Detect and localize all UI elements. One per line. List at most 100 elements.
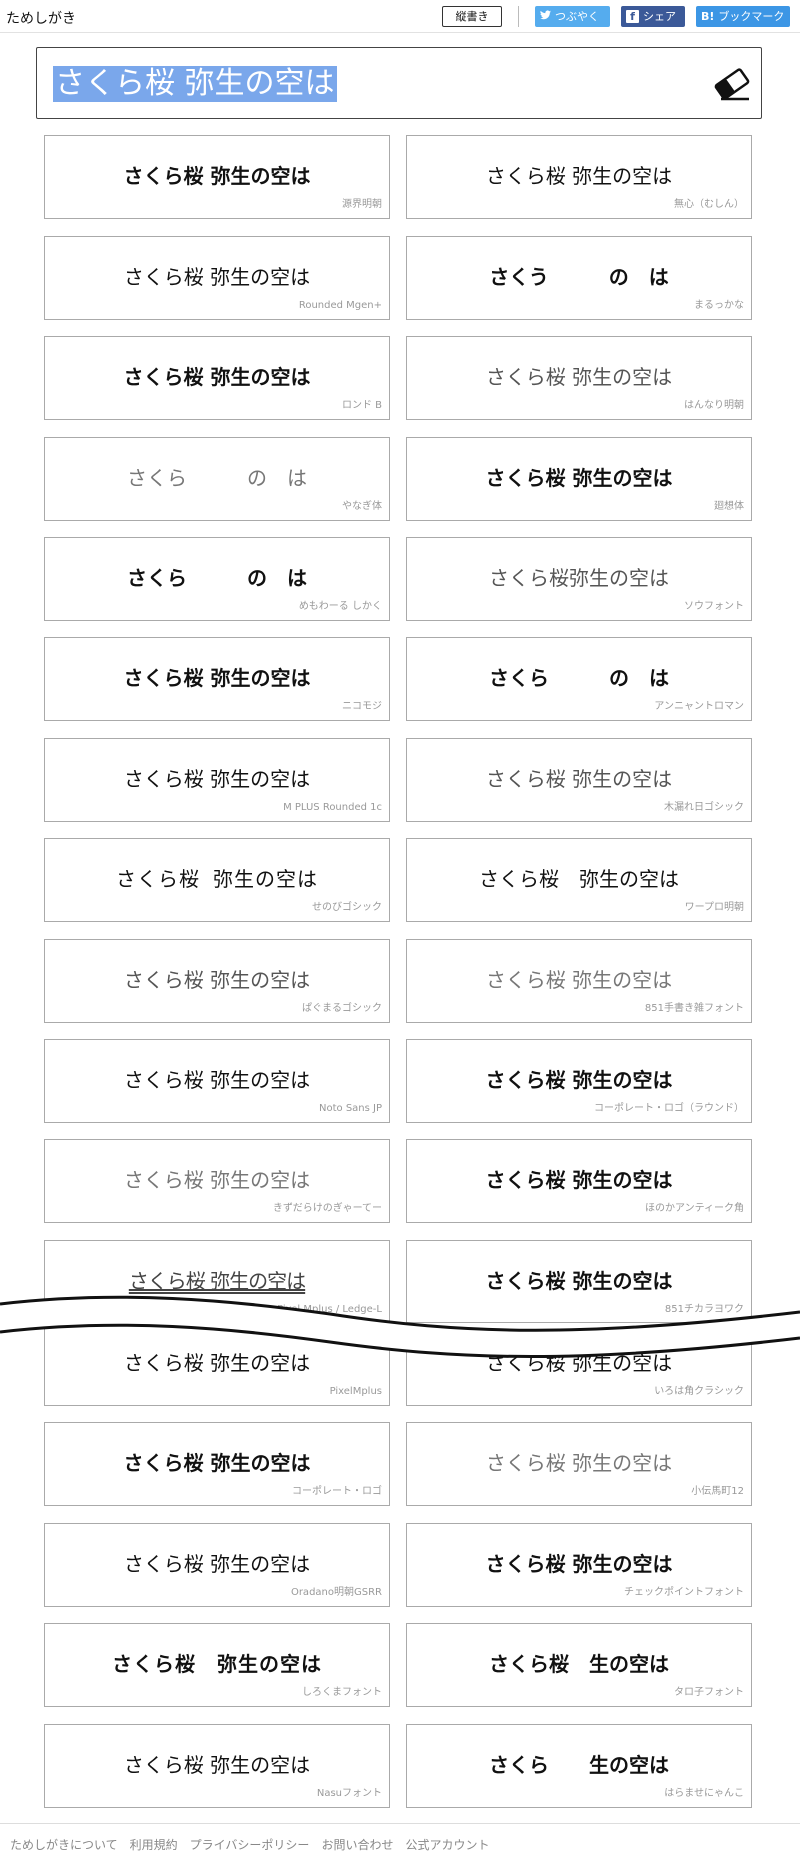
font-name-label: きずだらけのぎゃーてー (272, 1203, 382, 1214)
font-sample-text: さくら桜 弥生の空は (485, 1451, 673, 1475)
hatena-bookmark-button[interactable]: B! ブックマーク (696, 6, 790, 27)
footer-link[interactable]: 利用規約 (130, 1836, 178, 1853)
font-name-label: タロ子フォント (674, 1687, 744, 1698)
font-sample-text: さくら桜 弥生の空は (123, 1552, 311, 1576)
font-name-label: 源界明朝 (342, 199, 382, 210)
font-card[interactable]: さくら桜 弥生の空は しろくまフォント (44, 1623, 390, 1707)
font-sample-text: さくら桜 弥生の空は (123, 164, 311, 188)
font-name-label: Noto Sans JP (319, 1103, 382, 1114)
font-sample-text: さくら桜 弥生の空は (115, 867, 319, 891)
font-sample-text: さくら桜 弥生の空は (123, 1168, 311, 1192)
font-name-label: M PLUS Rounded 1c (283, 802, 382, 813)
font-sample-text: さくら桜 弥生の空は (485, 767, 673, 791)
font-card[interactable]: さくら桜 弥生の空は ほのかアンティーク角 (406, 1139, 752, 1223)
font-card[interactable]: さくら桜 弥生の空はせのびゴシック (44, 838, 390, 922)
font-sample-text: さくら桜 弥生の空は (112, 1652, 322, 1676)
font-sample-text: さくら 生の空は (489, 1753, 669, 1777)
font-name-label: コーポレート・ロゴ (292, 1486, 382, 1497)
font-sample-text: さくら桜 弥生の空は (485, 968, 673, 992)
font-name-label: まるっかな (694, 300, 744, 311)
font-card[interactable]: さくら桜 弥生の空は Nasuフォント (44, 1724, 390, 1808)
font-sample-text: さくら桜 弥生の空は (485, 466, 673, 490)
font-card[interactable]: さくら の はアンニャントロマン (406, 637, 752, 721)
font-name-label: PixelMplus (329, 1386, 382, 1397)
font-sample-text: さくら桜 弥生の空は (123, 265, 311, 289)
header-divider (518, 6, 519, 27)
font-name-label: Rounded Mgen+ (298, 300, 382, 311)
font-name-label: 木漏れ日ゴシック (664, 802, 744, 813)
font-sample-text: さくら桜 弥生の空は (123, 365, 311, 389)
footer-link[interactable]: プライバシーポリシー (190, 1836, 310, 1853)
facebook-share-label: シェア (643, 10, 676, 23)
font-sample-text: さくら の は (127, 466, 307, 490)
font-card[interactable]: さくら桜 弥生の空は Rounded Mgen+ (44, 236, 390, 320)
font-sample-text: さくら桜 弥生の空は (123, 767, 311, 791)
font-card[interactable]: さくら桜 弥生の空は コーポレート・ロゴ（ラウンド） (406, 1039, 752, 1123)
site-header: ためしがき 縦書き つぶやく f シェア B! ブックマーク (0, 0, 800, 33)
font-name-label: はらませにゃんこ (664, 1788, 744, 1799)
font-card[interactable]: さくら桜 弥生の空は チェックポイントフォント (406, 1523, 752, 1607)
font-name-label: Nasuフォント (316, 1788, 382, 1799)
font-name-label: ワープロ明朝 (684, 902, 744, 913)
hatena-bookmark-icon: B! (701, 10, 715, 23)
font-sample-text: さくら桜 弥生の空は (485, 164, 673, 188)
font-card[interactable]: さくら桜 弥生の空は 851手書き雑フォント (406, 939, 752, 1023)
site-logo[interactable]: ためしがき (6, 8, 76, 28)
font-card[interactable]: さくら桜 弥生の空は Oradano明朝GSRR (44, 1523, 390, 1607)
font-card[interactable]: さくら 生の空ははらませにゃんこ (406, 1724, 752, 1808)
facebook-icon: f (626, 10, 639, 23)
font-name-label: 廻想体 (714, 501, 744, 512)
font-card[interactable]: さくら桜 弥生の空は小伝馬町12 (406, 1422, 752, 1506)
font-name-label: めもわーる しかく (298, 601, 382, 612)
font-sample-text: さくら桜 弥生の空は (123, 666, 311, 690)
font-name-label: 小伝馬町12 (691, 1486, 744, 1497)
font-sample-text: さくら桜 弥生の空は (123, 1753, 311, 1777)
font-card[interactable]: さくら の はやなぎ体 (44, 437, 390, 521)
page-break-wave (0, 1295, 800, 1358)
font-card[interactable]: さくら桜 生の空は タロ子フォント (406, 1623, 752, 1707)
vertical-writing-button[interactable]: 縦書き (442, 6, 502, 27)
footer-link[interactable]: お問い合わせ (321, 1836, 393, 1853)
font-name-label: 851手書き雑フォント (644, 1003, 744, 1014)
font-card[interactable]: さくら桜 弥生の空はロンド B (44, 336, 390, 420)
font-sample-text: さくら桜 弥生の空は (123, 1068, 311, 1092)
font-sample-text: さくら桜 弥生の空は (479, 867, 679, 891)
font-name-label: ぱぐまるゴシック (302, 1003, 382, 1014)
sample-text-input[interactable]: さくら桜 弥生の空は (36, 47, 762, 119)
font-card[interactable]: さくら の はめもわーる しかく (44, 537, 390, 621)
font-sample-text: さくら桜 弥生の空は (123, 1451, 311, 1475)
font-name-label: Oradano明朝GSRR (290, 1587, 382, 1598)
sample-text-value[interactable]: さくら桜 弥生の空は (53, 66, 337, 102)
font-name-label: いろは角クラシック (654, 1386, 744, 1397)
font-sample-text: さくら桜弥生の空は (489, 566, 669, 590)
font-card[interactable]: さくら桜 弥生の空は はんなり明朝 (406, 336, 752, 420)
font-sample-text: さくら の は (489, 666, 669, 690)
facebook-share-button[interactable]: f シェア (621, 6, 685, 27)
font-card[interactable]: さくら桜 弥生の空はきずだらけのぎゃーてー (44, 1139, 390, 1223)
twitter-share-label: つぶやく (555, 10, 599, 23)
font-card[interactable]: さくう の はまるっかな (406, 236, 752, 320)
font-card[interactable]: さくら桜 弥生の空は ぱぐまるゴシック (44, 939, 390, 1023)
font-card[interactable]: さくら桜 弥生の空は ワープロ明朝 (406, 838, 752, 922)
font-card[interactable]: さくら桜 弥生の空はニコモジ (44, 637, 390, 721)
twitter-share-button[interactable]: つぶやく (535, 6, 610, 27)
font-name-label: ロンド B (341, 400, 382, 411)
font-name-label: せのびゴシック (312, 902, 382, 913)
font-sample-text: さくう の は (489, 265, 669, 289)
footer-link[interactable]: 公式アカウント (405, 1836, 489, 1853)
font-card[interactable]: さくら桜 弥生の空はコーポレート・ロゴ (44, 1422, 390, 1506)
font-card[interactable]: さくら桜弥生の空は ソウフォント (406, 537, 752, 621)
font-card[interactable]: さくら桜 弥生の空は M PLUS Rounded 1c (44, 738, 390, 822)
font-card[interactable]: さくら桜 弥生の空は 無心（むしん） (406, 135, 752, 219)
font-card[interactable]: さくら桜 弥生の空は廻想体 (406, 437, 752, 521)
hatena-bookmark-label: ブックマーク (718, 10, 785, 23)
font-card[interactable]: さくら桜 弥生の空は木漏れ日ゴシック (406, 738, 752, 822)
font-name-label: ニコモジ (342, 701, 382, 712)
font-name-label: チェックポイントフォント (624, 1587, 744, 1598)
font-name-label: ほのかアンティーク角 (645, 1203, 744, 1214)
font-card[interactable]: さくら桜 弥生の空は Noto Sans JP (44, 1039, 390, 1123)
footer-link[interactable]: ためしがきについて (10, 1836, 118, 1853)
eraser-icon[interactable] (711, 66, 753, 106)
font-card[interactable]: さくら桜 弥生の空は源界明朝 (44, 135, 390, 219)
site-footer: ためしがきについて 利用規約 プライバシーポリシー お問い合わせ 公式アカウント (0, 1823, 800, 1858)
